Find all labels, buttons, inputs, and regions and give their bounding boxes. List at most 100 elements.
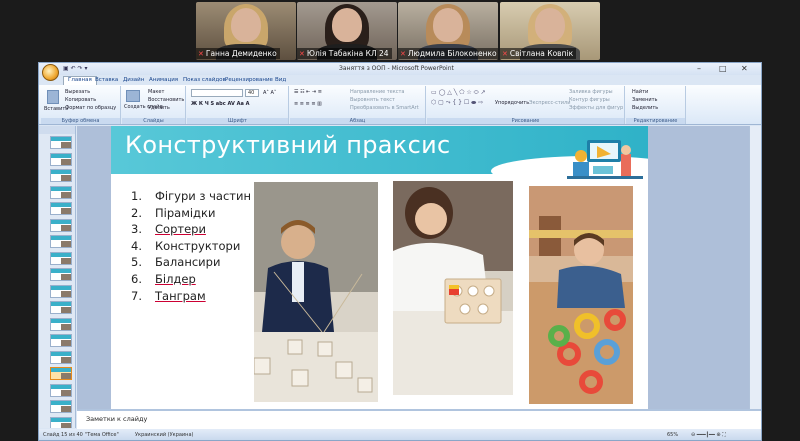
- participant-tile[interactable]: ✕ Ганна Демиденко: [196, 2, 296, 60]
- shape-outline-button[interactable]: Контур фигуры: [569, 97, 610, 103]
- slide-thumbnail[interactable]: [50, 284, 72, 298]
- list-item[interactable]: 3. Сортери: [131, 221, 251, 238]
- mic-muted-icon: ✕: [502, 50, 508, 58]
- list-buttons[interactable]: ☰ ☷ ⇤ ⇥ ≡: [294, 89, 322, 95]
- group-paragraph: ☰ ☷ ⇤ ⇥ ≡ ≡ ≡ ≡ ≡ ▥ Направление текста В…: [290, 86, 426, 124]
- cut-button[interactable]: Вырезать: [65, 89, 90, 95]
- participant-name: ✕ Людмила Білоконенко: [398, 48, 498, 59]
- language[interactable]: Украинский (Украина): [135, 432, 193, 438]
- format-painter-button[interactable]: Формат по образцу: [65, 105, 116, 111]
- slide-thumbnail[interactable]: [50, 334, 72, 347]
- quick-styles-button[interactable]: Экспресс-стили: [529, 100, 570, 106]
- shape-fill-button[interactable]: Заливка фигуры: [569, 89, 613, 95]
- slide-counter: Слайд 15 из 40: [43, 432, 83, 438]
- slide-thumbnail[interactable]: [50, 367, 72, 380]
- layout-button[interactable]: Макет: [148, 89, 164, 95]
- slide-thumbnail[interactable]: [50, 218, 72, 232]
- font-name-input[interactable]: [191, 89, 243, 97]
- slide-thumbnail[interactable]: [50, 301, 72, 314]
- slide-thumbnail[interactable]: [50, 136, 72, 149]
- ribbon-tabs: Главная Вставка Дизайн Анимация Показ сл…: [39, 75, 761, 85]
- new-slide-icon[interactable]: [126, 90, 140, 102]
- participant-tile[interactable]: ✕ Світлана Ковпік: [500, 2, 600, 60]
- group-label: Рисование: [427, 118, 624, 124]
- shapes-gallery[interactable]: ▭ ◯ △ ╲ ⬠ ☆ ⬭ ↗: [431, 89, 486, 97]
- slide-thumbnail[interactable]: [50, 383, 72, 397]
- slide-thumbnail[interactable]: [50, 268, 72, 281]
- zoom-slider[interactable]: ⊖ ━━━┃━━ ⊕ ⛶: [691, 432, 726, 438]
- slide-thumbnails-pane[interactable]: [39, 126, 76, 428]
- slide-thumbnail[interactable]: [50, 251, 72, 265]
- notes-pane[interactable]: Заметки к слайду: [77, 409, 761, 429]
- group-label: Абзац: [290, 118, 425, 124]
- slide-thumbnail[interactable]: [50, 169, 72, 182]
- format-buttons[interactable]: Ж К Ч S abc AV Aa A: [191, 101, 249, 107]
- photo-girl-sorter[interactable]: [393, 181, 513, 395]
- slide-thumbnail[interactable]: [50, 400, 72, 413]
- zoom-level[interactable]: 65%: [667, 432, 678, 438]
- photo-boy-pyramids[interactable]: [254, 182, 378, 402]
- copy-button[interactable]: Копировать: [65, 97, 96, 103]
- list-item[interactable]: 2. Пірамідки: [131, 205, 251, 222]
- slide-thumbnail[interactable]: [50, 185, 72, 199]
- video-strip: ✕ Ганна Демиденко ✕ Юлія Табакіна КЛ 24 ✕ Л…: [0, 0, 800, 62]
- slide-thumbnail[interactable]: [50, 350, 72, 364]
- tab-insert[interactable]: Вставка: [95, 77, 118, 83]
- slide-thumbnail[interactable]: [50, 317, 72, 331]
- group-label: Буфер обмена: [41, 118, 120, 124]
- skills-list: 1. Фігури з частин 2. Пірамідки 3. Сортери …: [131, 188, 251, 304]
- mic-muted-icon: ✕: [198, 50, 204, 58]
- tab-design[interactable]: Дизайн: [123, 77, 144, 83]
- arrange-button[interactable]: Упорядочить: [495, 100, 529, 106]
- tab-home[interactable]: Главная: [63, 76, 97, 85]
- slide-thumbnail[interactable]: [50, 202, 72, 215]
- participant-tile[interactable]: ✕ Людмила Білоконенко: [398, 2, 498, 60]
- slide-title[interactable]: Конструктивний праксис: [125, 131, 450, 159]
- office-button[interactable]: [42, 64, 59, 81]
- group-font: 40 A˄ A˅ Ж К Ч S abc AV Aa A Шрифт: [187, 86, 289, 124]
- shapes-gallery-row[interactable]: ⬡ ▢ ⤳ { } ☐ ⬬ ⇨: [431, 99, 483, 107]
- photo-child-rings[interactable]: [529, 186, 633, 404]
- quick-access-toolbar[interactable]: ▣ ↶ ↷ ▾: [63, 65, 87, 72]
- tab-animation[interactable]: Анимация: [149, 77, 178, 83]
- list-item[interactable]: 5. Балансири: [131, 254, 251, 271]
- slide-thumbnail[interactable]: [50, 416, 72, 428]
- group-label: Слайды: [122, 118, 185, 124]
- slide-thumbnail[interactable]: [50, 235, 72, 248]
- font-grow-button[interactable]: A˄ A˅: [263, 90, 276, 96]
- tab-slideshow[interactable]: Показ слайдов: [183, 77, 226, 83]
- delete-button[interactable]: Удалить: [148, 105, 170, 111]
- group-label: Шрифт: [187, 118, 288, 124]
- list-item[interactable]: 4. Конструктори: [131, 238, 251, 255]
- minimize-icon[interactable]: –: [697, 64, 701, 73]
- tab-view[interactable]: Вид: [275, 77, 286, 83]
- align-buttons[interactable]: ≡ ≡ ≡ ≡ ▥: [294, 101, 322, 107]
- maximize-icon[interactable]: □: [719, 64, 727, 73]
- smartart-button[interactable]: Преобразовать в SmartArt: [350, 105, 419, 111]
- list-item[interactable]: 6. Білдер: [131, 271, 251, 288]
- list-item[interactable]: 1. Фігури з частин: [131, 188, 251, 205]
- mic-muted-icon: ✕: [400, 50, 406, 58]
- current-slide[interactable]: Конструктивний праксис 1. Фігури з частин…: [111, 126, 648, 409]
- align-text-button[interactable]: Выровнять текст: [350, 97, 395, 103]
- paste-icon[interactable]: [47, 90, 59, 104]
- close-icon[interactable]: ✕: [741, 64, 748, 73]
- font-size-input[interactable]: 40: [245, 89, 259, 97]
- replace-button[interactable]: Заменить: [632, 97, 658, 103]
- text-direction-button[interactable]: Направление текста: [350, 89, 404, 95]
- group-clipboard: Вставить Вырезать Копировать Формат по о…: [41, 86, 121, 124]
- reset-button[interactable]: Восстановить: [148, 97, 184, 103]
- shape-effects-button[interactable]: Эффекты для фигур: [569, 105, 623, 111]
- list-item[interactable]: 7. Танграм: [131, 288, 251, 305]
- ribbon: Вставить Вырезать Копировать Формат по о…: [39, 85, 761, 125]
- participant-name: ✕ Юлія Табакіна КЛ 24: [297, 48, 392, 59]
- vertical-scrollbar[interactable]: [749, 126, 761, 409]
- slide-thumbnail[interactable]: [50, 152, 72, 166]
- education-illustration: [567, 140, 643, 179]
- title-bar: Заняття з ООП - Microsoft PowerPoint – □…: [39, 63, 761, 75]
- participant-tile[interactable]: ✕ Юлія Табакіна КЛ 24: [297, 2, 397, 60]
- tab-review[interactable]: Рецензирование: [225, 77, 273, 83]
- window-title: Заняття з ООП - Microsoft PowerPoint: [339, 65, 454, 72]
- find-button[interactable]: Найти: [632, 89, 648, 95]
- select-button[interactable]: Выделить: [632, 105, 658, 111]
